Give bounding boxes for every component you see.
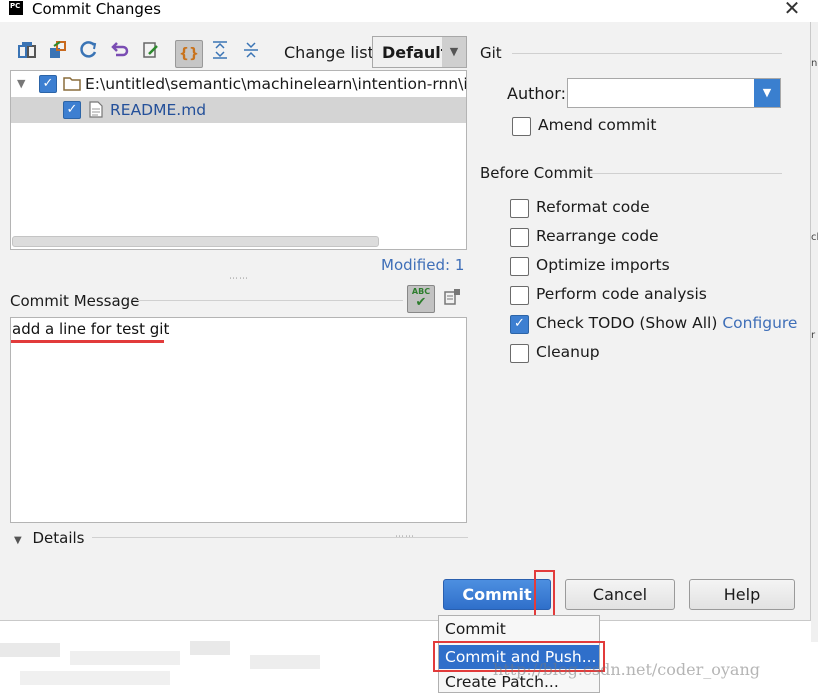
file-checkbox[interactable]: ✓	[63, 101, 81, 119]
before-commit-title: Before Commit	[480, 164, 593, 182]
bg-text-fragment: ck	[811, 232, 818, 243]
folder-icon	[63, 76, 81, 95]
refresh-icon[interactable]	[78, 40, 100, 62]
close-button[interactable]: ✕	[780, 0, 804, 19]
splitter-handle[interactable]: ⋯⋯	[395, 532, 415, 542]
reformat-code-label: Reformat code	[536, 198, 650, 216]
annotation-underline	[11, 340, 164, 343]
configure-link[interactable]: Configure	[722, 314, 797, 332]
spellcheck-icon[interactable]: ABC ✔	[407, 285, 435, 313]
expand-arrow-icon[interactable]: ▼	[14, 535, 22, 546]
tree-row-file[interactable]: ✓ README.md	[11, 97, 466, 123]
divider	[512, 53, 782, 54]
commit-message-text: add a line for test git	[12, 320, 170, 338]
optimize-imports-label: Optimize imports	[536, 256, 670, 274]
menu-item-commit[interactable]: Commit	[439, 617, 599, 641]
changed-files-tree[interactable]: ▼ ✓ E:\untitled\semantic\machinelearn\in…	[10, 70, 467, 250]
author-combobox[interactable]: ▼	[567, 78, 781, 108]
changelist-label: Change list:	[284, 43, 380, 62]
bg-text-fragment: r	[811, 330, 816, 341]
revert-icon[interactable]	[109, 40, 131, 62]
show-diff-icon[interactable]	[16, 40, 38, 62]
help-button[interactable]: Help	[689, 579, 795, 610]
details-label: Details	[32, 529, 85, 547]
collapse-all-icon[interactable]	[240, 40, 262, 62]
message-history-icon[interactable]	[442, 288, 462, 308]
root-checkbox[interactable]: ✓	[39, 75, 57, 93]
check-todo-label: Check TODO (Show All) Configure	[536, 314, 798, 332]
modified-count: Modified: 1	[381, 256, 465, 274]
divider	[590, 173, 782, 174]
divider	[133, 300, 403, 301]
file-name[interactable]: README.md	[110, 101, 206, 119]
annotation-highlight-box	[534, 570, 555, 618]
splitter-handle[interactable]: ⋯⋯	[229, 274, 249, 284]
chevron-down-icon[interactable]: ▼	[754, 79, 780, 107]
amend-commit-checkbox[interactable]	[512, 117, 531, 136]
horizontal-scrollbar[interactable]	[12, 236, 379, 247]
rearrange-code-label: Rearrange code	[536, 227, 659, 245]
cleanup-label: Cleanup	[536, 343, 600, 361]
file-icon	[89, 101, 103, 122]
code-analysis-label: Perform code analysis	[536, 285, 707, 303]
changelist-value: Default	[382, 43, 449, 62]
bg-text-fragment: no	[811, 58, 818, 69]
watermark: http://blog.csdn.net/coder_oyang	[493, 660, 761, 679]
expand-all-icon[interactable]	[209, 40, 231, 62]
details-toggle[interactable]: ▼ Details	[14, 529, 85, 547]
edit-source-icon[interactable]	[140, 40, 162, 62]
expand-arrow-icon[interactable]: ▼	[17, 77, 25, 90]
author-label: Author:	[507, 84, 566, 103]
commit-message-label: Commit Message	[10, 292, 140, 310]
window-title: Commit Changes	[32, 0, 161, 18]
cancel-button[interactable]: Cancel	[565, 579, 675, 610]
group-by-directory-icon[interactable]: {}	[175, 40, 203, 68]
check-todo-checkbox[interactable]: ✓	[510, 315, 529, 334]
commit-message-input[interactable]: add a line for test git	[10, 317, 467, 523]
reformat-code-checkbox[interactable]	[510, 199, 529, 218]
cleanup-checkbox[interactable]	[510, 344, 529, 363]
chevron-down-icon[interactable]: ▼	[442, 37, 466, 67]
optimize-imports-checkbox[interactable]	[510, 257, 529, 276]
git-section-title: Git	[480, 44, 502, 62]
root-path: E:\untitled\semantic\machinelearn\intent…	[85, 75, 467, 93]
app-icon: PC	[9, 1, 23, 15]
tree-row-root[interactable]: ▼ ✓ E:\untitled\semantic\machinelearn\in…	[11, 71, 466, 97]
background-blur	[0, 633, 330, 693]
code-analysis-checkbox[interactable]	[510, 286, 529, 305]
rearrange-code-checkbox[interactable]	[510, 228, 529, 247]
amend-commit-label: Amend commit	[538, 116, 657, 134]
move-changes-icon[interactable]	[47, 40, 69, 62]
changelist-select[interactable]: Default ▼	[372, 36, 467, 68]
